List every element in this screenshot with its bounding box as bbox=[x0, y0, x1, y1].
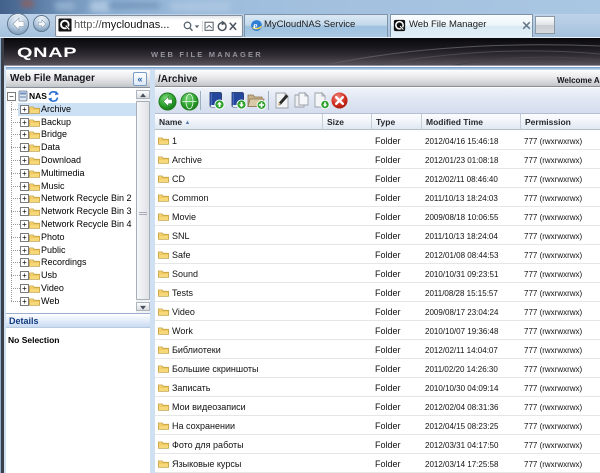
svg-text:e: e bbox=[253, 22, 257, 32]
